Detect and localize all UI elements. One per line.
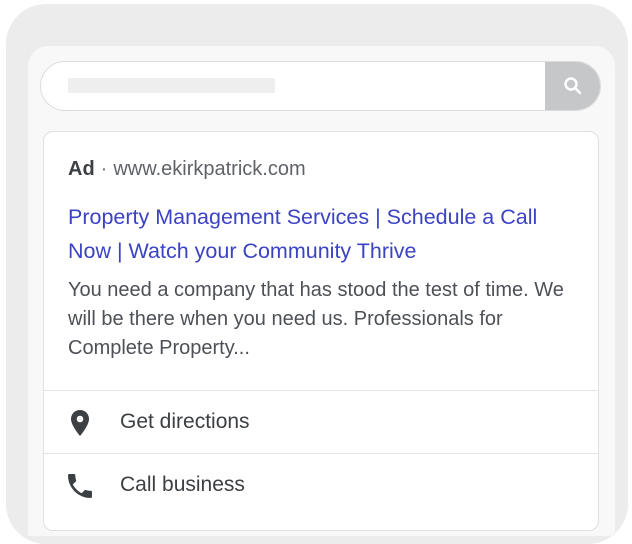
location-pin-icon [71,410,89,436]
ad-title-link[interactable]: Property Management Services | Schedule … [68,200,578,268]
search-bar[interactable] [40,61,601,111]
ad-display-url[interactable]: www.ekirkpatrick.com [113,158,305,180]
ad-card: Ad · www.ekirkpatrick.com Property Managem… [43,131,599,531]
search-button[interactable] [545,62,600,110]
get-directions-button[interactable]: Get directions [44,391,598,453]
call-business-label: Call business [120,473,245,496]
get-directions-label: Get directions [120,410,250,433]
ad-separator: · [100,158,108,180]
search-input-placeholder[interactable] [68,78,275,93]
ad-badge: Ad [68,158,95,180]
search-icon [564,77,582,95]
ad-header: Ad · www.ekirkpatrick.com [68,158,306,181]
ad-description: You need a company that has stood the te… [68,279,564,359]
call-business-button[interactable]: Call business [44,454,598,516]
phone-icon [68,474,92,498]
